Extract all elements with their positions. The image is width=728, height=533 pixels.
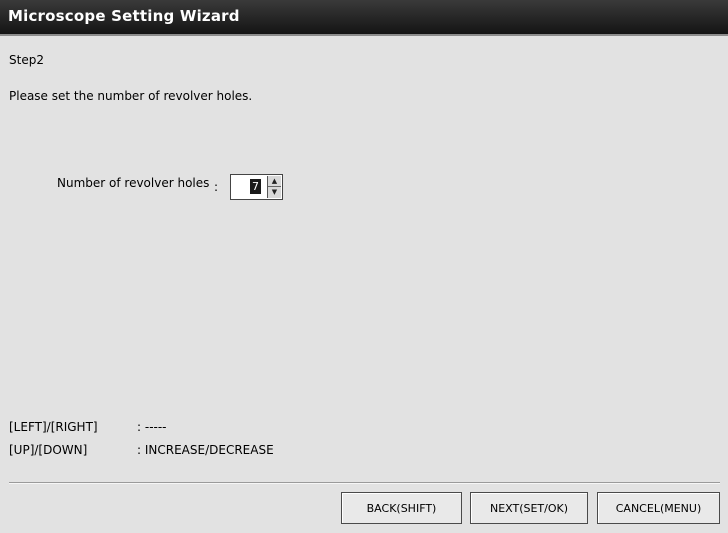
- cancel-button[interactable]: CANCEL(MENU): [597, 492, 720, 524]
- spin-arrows: ▲ ▼: [267, 176, 281, 198]
- hint-key-left-right: [LEFT]/[RIGHT]: [9, 420, 98, 434]
- hint-key-up-down: [UP]/[DOWN]: [9, 443, 88, 457]
- decrement-arrow-icon[interactable]: ▼: [268, 187, 281, 198]
- increment-arrow-icon[interactable]: ▲: [268, 176, 281, 187]
- title-bar: Microscope Setting Wizard: [0, 0, 728, 36]
- back-button[interactable]: BACK(SHIFT): [341, 492, 462, 524]
- window-title: Microscope Setting Wizard: [8, 7, 240, 25]
- instruction-text: Please set the number of revolver holes.: [9, 89, 253, 103]
- revolver-holes-spinbox[interactable]: 7 ▲ ▼: [230, 174, 283, 200]
- field-colon: :: [214, 180, 219, 194]
- revolver-holes-label: Number of revolver holes: [57, 176, 210, 190]
- divider: [9, 482, 720, 484]
- hint-action-up-down: : INCREASE/DECREASE: [137, 443, 274, 457]
- step-indicator: Step2: [9, 53, 44, 67]
- next-button[interactable]: NEXT(SET/OK): [470, 492, 588, 524]
- revolver-holes-value[interactable]: 7: [250, 179, 261, 194]
- hint-action-left-right: : -----: [137, 420, 167, 434]
